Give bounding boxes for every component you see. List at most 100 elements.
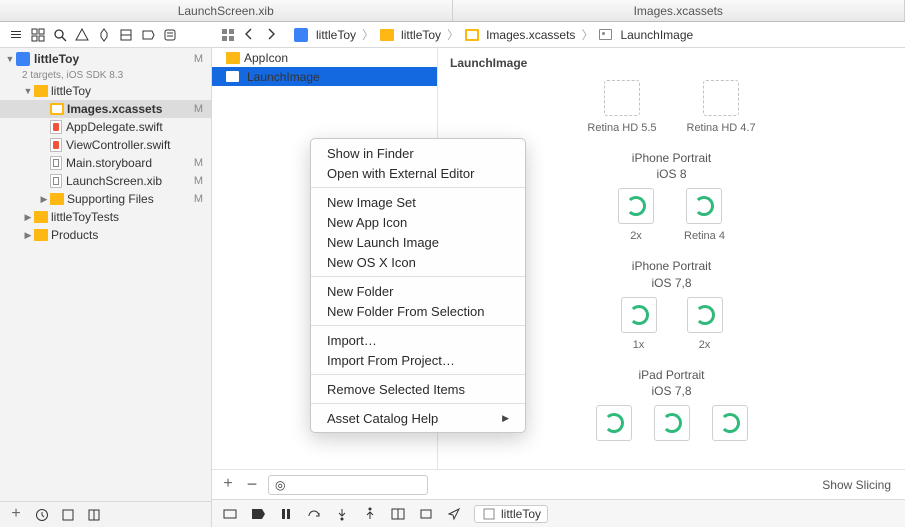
disclosure-triangle-icon[interactable]: ▼ bbox=[22, 85, 34, 97]
symbol-navigator-icon[interactable] bbox=[30, 27, 46, 43]
image-set-title: LaunchImage bbox=[450, 56, 893, 70]
back-button[interactable] bbox=[244, 28, 258, 42]
menu-item[interactable]: New Image Set bbox=[311, 192, 525, 212]
menu-item[interactable]: New Folder From Selection bbox=[311, 301, 525, 321]
document-tabs: LaunchScreen.xib Images.xcassets bbox=[0, 0, 905, 22]
target-icon bbox=[481, 506, 497, 522]
tree-label: Main.storyboard bbox=[66, 156, 152, 170]
breadcrumb[interactable]: littleToy 〉 littleToy 〉 Images.xcassets … bbox=[288, 26, 699, 43]
location-icon[interactable] bbox=[446, 506, 462, 522]
well-label: 2x bbox=[699, 339, 711, 351]
folder-icon bbox=[34, 85, 48, 97]
image-well[interactable] bbox=[712, 405, 748, 441]
well-label: Retina 4 bbox=[684, 230, 725, 242]
issue-navigator-icon[interactable] bbox=[74, 27, 90, 43]
crumb-group[interactable]: littleToy bbox=[401, 28, 441, 42]
process-jump-bar[interactable]: littleToy bbox=[474, 505, 548, 523]
tree-row[interactable]: ▶ Products bbox=[0, 226, 211, 244]
tree-row[interactable]: Images.xcassetsM bbox=[0, 100, 211, 118]
breakpoints-icon[interactable] bbox=[250, 506, 266, 522]
debug-navigator-icon[interactable] bbox=[118, 27, 134, 43]
crumb-project[interactable]: littleToy bbox=[316, 28, 356, 42]
tree-row[interactable]: ▶Supporting FilesM bbox=[0, 190, 211, 208]
project-icon bbox=[294, 28, 308, 42]
menu-item[interactable]: Show in Finder bbox=[311, 143, 525, 163]
folder-icon bbox=[380, 29, 394, 41]
step-over-icon[interactable] bbox=[306, 506, 322, 522]
image-well[interactable]: Retina HD 5.5 bbox=[587, 80, 656, 134]
image-well[interactable]: 2x bbox=[687, 297, 723, 351]
menu-item[interactable]: Open with External Editor bbox=[311, 163, 525, 183]
tree-row[interactable]: Main.storyboardM bbox=[0, 154, 211, 172]
image-well[interactable]: 2x bbox=[618, 188, 654, 242]
project-name: littleToy bbox=[34, 53, 79, 65]
remove-asset-button[interactable]: − bbox=[244, 477, 260, 493]
step-into-icon[interactable] bbox=[334, 506, 350, 522]
step-out-icon[interactable] bbox=[362, 506, 378, 522]
recent-filter-icon[interactable] bbox=[34, 507, 50, 523]
outline-label: LaunchImage bbox=[247, 70, 320, 84]
chevron-right-icon: 〉 bbox=[445, 26, 461, 43]
storyboard-file-icon bbox=[50, 156, 62, 170]
outline-row[interactable]: AppIcon bbox=[212, 48, 437, 67]
menu-item[interactable]: New Folder bbox=[311, 281, 525, 301]
menu-item[interactable]: Import… bbox=[311, 330, 525, 350]
tree-row[interactable]: LaunchScreen.xibM bbox=[0, 172, 211, 190]
disclosure-triangle-icon[interactable]: ▶ bbox=[38, 193, 50, 205]
folder-icon bbox=[50, 193, 64, 205]
menu-item[interactable]: Import From Project… bbox=[311, 350, 525, 370]
filter-icon[interactable] bbox=[86, 507, 102, 523]
disclosure-triangle-icon[interactable]: ▼ bbox=[4, 53, 16, 65]
storyboard-file-icon bbox=[50, 174, 62, 188]
breakpoint-navigator-icon[interactable] bbox=[140, 27, 156, 43]
folder-icon bbox=[226, 52, 240, 64]
crumb-asset[interactable]: Images.xcassets bbox=[486, 28, 575, 42]
chevron-right-icon: 〉 bbox=[360, 26, 376, 43]
image-well[interactable]: 1x bbox=[621, 297, 657, 351]
related-items-icon[interactable] bbox=[220, 27, 236, 43]
image-well[interactable] bbox=[596, 405, 632, 441]
test-navigator-icon[interactable] bbox=[96, 27, 112, 43]
well-label: 2x bbox=[630, 230, 642, 242]
menu-item[interactable]: Remove Selected Items bbox=[311, 379, 525, 399]
forward-button[interactable] bbox=[266, 28, 280, 42]
image-well[interactable]: Retina 4 bbox=[684, 188, 725, 242]
memory-icon[interactable] bbox=[418, 506, 434, 522]
tree-label: Products bbox=[51, 228, 98, 242]
tab-images-xcassets[interactable]: Images.xcassets bbox=[453, 0, 905, 21]
report-navigator-icon[interactable] bbox=[162, 27, 178, 43]
menu-separator bbox=[311, 187, 525, 188]
tree-label: littleToyTests bbox=[51, 210, 119, 224]
scm-filter-icon[interactable] bbox=[60, 507, 76, 523]
add-icon[interactable]: + bbox=[8, 507, 24, 523]
show-slicing-button[interactable]: Show Slicing bbox=[822, 478, 897, 492]
navigator-toolbar: littleToy 〉 littleToy 〉 Images.xcassets … bbox=[0, 22, 905, 48]
find-navigator-icon[interactable] bbox=[52, 27, 68, 43]
tree-row[interactable]: AppDelegate.swift bbox=[0, 118, 211, 136]
image-well[interactable]: Retina HD 4.7 bbox=[687, 80, 756, 134]
view-icon[interactable] bbox=[222, 506, 238, 522]
tab-launchscreen[interactable]: LaunchScreen.xib bbox=[0, 0, 453, 21]
menu-item[interactable]: New App Icon bbox=[311, 212, 525, 232]
tree-row[interactable]: ▶ littleToyTests bbox=[0, 208, 211, 226]
menu-item[interactable]: New Launch Image bbox=[311, 232, 525, 252]
continue-icon[interactable] bbox=[278, 506, 294, 522]
tree-row[interactable]: ViewController.swift bbox=[0, 136, 211, 154]
tree-row[interactable]: ▼ littleToy bbox=[0, 82, 211, 100]
project-navigator-icon[interactable] bbox=[8, 27, 24, 43]
menu-item[interactable]: Asset Catalog Help bbox=[311, 408, 525, 428]
image-well[interactable] bbox=[654, 405, 690, 441]
outline-row[interactable]: LaunchImage bbox=[212, 67, 437, 86]
menu-item[interactable]: New OS X Icon bbox=[311, 252, 525, 272]
navigator-footer: + bbox=[0, 501, 211, 527]
tree-label: LaunchScreen.xib bbox=[66, 174, 162, 188]
tree-label: littleToy bbox=[51, 84, 91, 98]
debug-view-icon[interactable] bbox=[390, 506, 406, 522]
add-asset-button[interactable]: + bbox=[220, 477, 236, 493]
project-row[interactable]: ▼ littleToy M bbox=[0, 50, 211, 68]
asset-catalog-icon bbox=[50, 103, 64, 115]
disclosure-triangle-icon[interactable]: ▶ bbox=[22, 229, 34, 241]
disclosure-triangle-icon[interactable]: ▶ bbox=[22, 211, 34, 223]
asset-filter-field[interactable]: ◎ bbox=[268, 475, 428, 495]
crumb-image[interactable]: LaunchImage bbox=[620, 28, 693, 42]
